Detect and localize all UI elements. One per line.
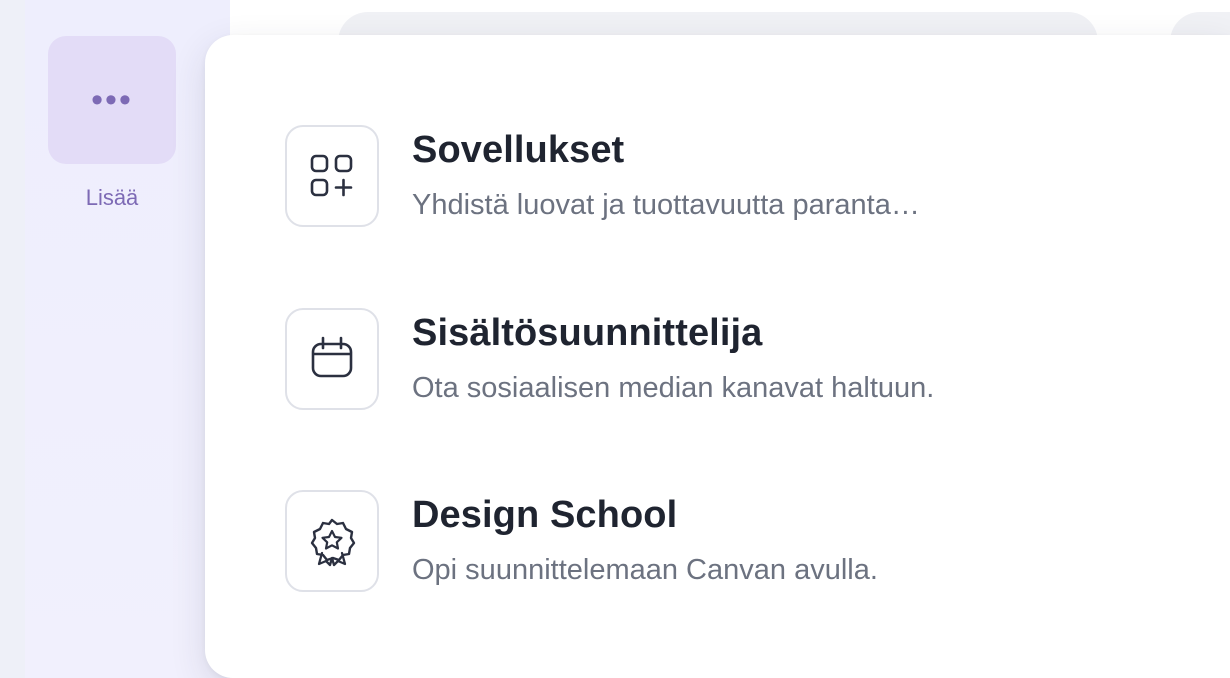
apps-add-icon: [285, 125, 379, 227]
menu-item-title: Sovellukset: [412, 129, 625, 171]
calendar-icon: [285, 308, 379, 410]
more-label: Lisää: [85, 185, 139, 210]
menu-item-design-school[interactable]: Design School Opi suunnittelemaan Canvan…: [285, 490, 1215, 600]
more-dots-icon: •••: [91, 81, 133, 119]
menu-item-content-planner[interactable]: Sisältösuunnittelija Ota sosiaalisen med…: [285, 308, 1215, 418]
more-menu-popup: Sovellukset Yhdistä luovat ja tuottavuut…: [205, 35, 1230, 678]
menu-item-title: Sisältösuunnittelija: [412, 312, 763, 354]
menu-item-subtitle: Ota sosiaalisen median kanavat haltuun.: [412, 372, 935, 404]
menu-item-subtitle: Yhdistä luovat ja tuottavuutta paranta…: [412, 189, 920, 221]
more-button[interactable]: •••: [48, 36, 176, 164]
menu-item-title: Design School: [412, 494, 678, 536]
badge-star-icon: [285, 490, 379, 592]
menu-item-apps[interactable]: Sovellukset Yhdistä luovat ja tuottavuut…: [285, 125, 1215, 235]
menu-item-subtitle: Opi suunnittelemaan Canvan avulla.: [412, 554, 878, 586]
